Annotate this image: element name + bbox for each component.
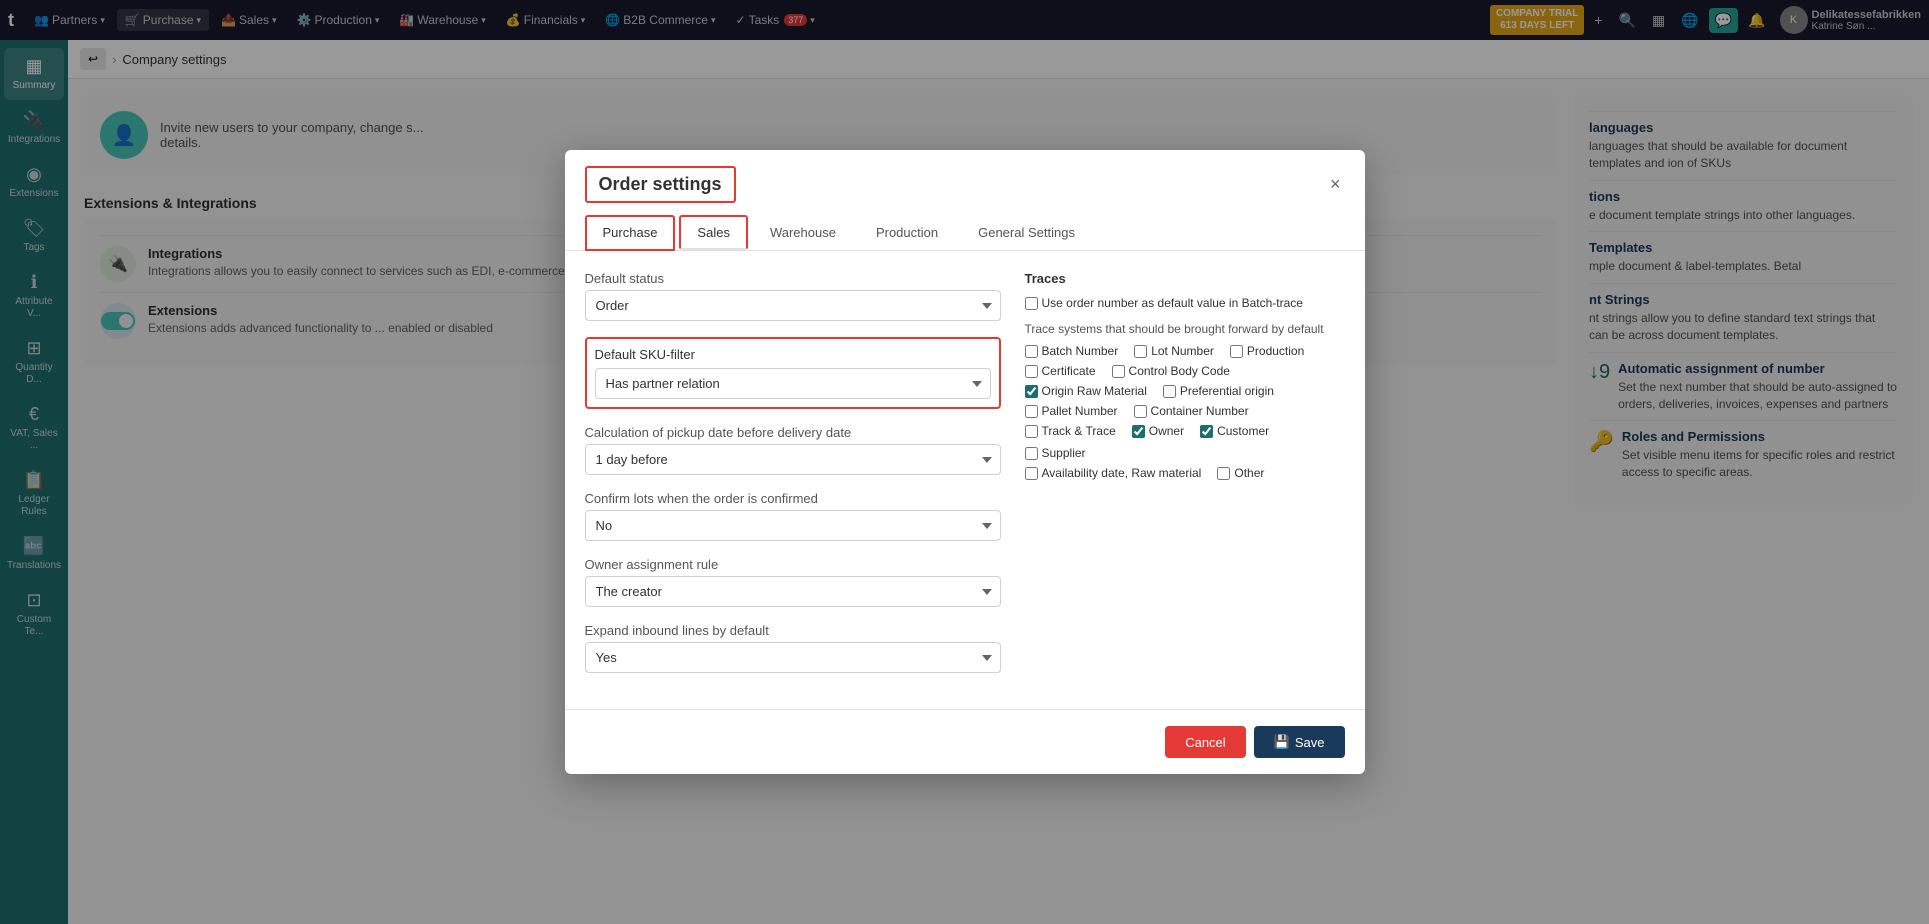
order-settings-modal: Order settings × Purchase Sales Warehous… bbox=[565, 150, 1365, 774]
pickup-date-group: Calculation of pickup date before delive… bbox=[585, 425, 1001, 475]
container-label: Container Number bbox=[1151, 404, 1249, 418]
preferential-label: Preferential origin bbox=[1180, 384, 1274, 398]
trace-certificate: Certificate bbox=[1025, 364, 1096, 378]
save-button[interactable]: 💾 Save bbox=[1254, 726, 1345, 758]
traces-row-6: Availability date, Raw material Other bbox=[1025, 466, 1345, 480]
production-checkbox[interactable] bbox=[1230, 345, 1243, 358]
tab-general-settings[interactable]: General Settings bbox=[960, 215, 1093, 250]
sku-filter-group: Default SKU-filter Has partner relation bbox=[585, 337, 1001, 409]
availability-checkbox[interactable] bbox=[1025, 467, 1038, 480]
traces-row-5: Track & Trace Owner Customer Supplier bbox=[1025, 424, 1345, 460]
trace-track: Track & Trace bbox=[1025, 424, 1116, 438]
trace-production: Production bbox=[1230, 344, 1304, 358]
trace-customer: Customer bbox=[1200, 424, 1269, 438]
sku-filter-label: Default SKU-filter bbox=[595, 347, 991, 362]
supplier-checkbox[interactable] bbox=[1025, 447, 1038, 460]
owner-assignment-group: Owner assignment rule The creator bbox=[585, 557, 1001, 607]
control-body-checkbox[interactable] bbox=[1112, 365, 1125, 378]
trace-pallet: Pallet Number bbox=[1025, 404, 1118, 418]
lot-number-label: Lot Number bbox=[1151, 344, 1214, 358]
origin-raw-checkbox[interactable] bbox=[1025, 385, 1038, 398]
trace-lot-number: Lot Number bbox=[1134, 344, 1214, 358]
save-icon: 💾 bbox=[1274, 734, 1290, 750]
customer-label: Customer bbox=[1217, 424, 1269, 438]
certificate-checkbox[interactable] bbox=[1025, 365, 1038, 378]
trace-origin-raw: Origin Raw Material bbox=[1025, 384, 1147, 398]
default-status-label: Default status bbox=[585, 271, 1001, 286]
tab-sales[interactable]: Sales bbox=[679, 215, 748, 250]
trace-owner: Owner bbox=[1132, 424, 1184, 438]
expand-inbound-group: Expand inbound lines by default Yes bbox=[585, 623, 1001, 673]
use-order-number-checkbox[interactable] bbox=[1025, 297, 1038, 310]
track-checkbox[interactable] bbox=[1025, 425, 1038, 438]
confirm-lots-select[interactable]: No bbox=[585, 510, 1001, 541]
tab-warehouse[interactable]: Warehouse bbox=[752, 215, 854, 250]
certificate-label: Certificate bbox=[1042, 364, 1096, 378]
traces-row-1: Batch Number Lot Number Production bbox=[1025, 344, 1345, 358]
modal-title: Order settings bbox=[585, 166, 736, 203]
control-body-label: Control Body Code bbox=[1129, 364, 1230, 378]
trace-preferential: Preferential origin bbox=[1163, 384, 1274, 398]
tab-production[interactable]: Production bbox=[858, 215, 956, 250]
trace-container: Container Number bbox=[1134, 404, 1249, 418]
pallet-label: Pallet Number bbox=[1042, 404, 1118, 418]
traces-row-2: Certificate Control Body Code bbox=[1025, 364, 1345, 378]
modal-body: Default status Order Default SKU-filter … bbox=[565, 251, 1365, 709]
modal-tabs: Purchase Sales Warehouse Production Gene… bbox=[565, 203, 1365, 251]
lot-number-checkbox[interactable] bbox=[1134, 345, 1147, 358]
batch-number-checkbox[interactable] bbox=[1025, 345, 1038, 358]
confirm-lots-label: Confirm lots when the order is confirmed bbox=[585, 491, 1001, 506]
pickup-date-label: Calculation of pickup date before delive… bbox=[585, 425, 1001, 440]
modal-left-column: Default status Order Default SKU-filter … bbox=[585, 271, 1001, 689]
origin-raw-label: Origin Raw Material bbox=[1042, 384, 1147, 398]
use-order-number-label: Use order number as default value in Bat… bbox=[1042, 296, 1303, 310]
trace-availability: Availability date, Raw material bbox=[1025, 466, 1202, 480]
owner-assignment-label: Owner assignment rule bbox=[585, 557, 1001, 572]
modal-close-button[interactable]: × bbox=[1326, 170, 1345, 199]
production-label: Production bbox=[1247, 344, 1304, 358]
trace-other: Other bbox=[1217, 466, 1264, 480]
batch-number-label: Batch Number bbox=[1042, 344, 1119, 358]
tab-purchase[interactable]: Purchase bbox=[585, 215, 676, 251]
expand-inbound-label: Expand inbound lines by default bbox=[585, 623, 1001, 638]
other-label: Other bbox=[1234, 466, 1264, 480]
trace-batch-number: Batch Number bbox=[1025, 344, 1119, 358]
other-checkbox[interactable] bbox=[1217, 467, 1230, 480]
modal-header: Order settings × bbox=[565, 150, 1365, 203]
supplier-label: Supplier bbox=[1042, 446, 1086, 460]
traces-title: Traces bbox=[1025, 271, 1345, 286]
preferential-checkbox[interactable] bbox=[1163, 385, 1176, 398]
forward-title: Trace systems that should be brought for… bbox=[1025, 322, 1345, 336]
pickup-date-select[interactable]: 1 day before bbox=[585, 444, 1001, 475]
customer-checkbox[interactable] bbox=[1200, 425, 1213, 438]
modal-overlay: Order settings × Purchase Sales Warehous… bbox=[0, 0, 1929, 924]
expand-inbound-select[interactable]: Yes bbox=[585, 642, 1001, 673]
track-label: Track & Trace bbox=[1042, 424, 1116, 438]
modal-footer: Cancel 💾 Save bbox=[565, 709, 1365, 774]
modal-right-column: Traces Use order number as default value… bbox=[1025, 271, 1345, 689]
pallet-checkbox[interactable] bbox=[1025, 405, 1038, 418]
owner-label: Owner bbox=[1149, 424, 1184, 438]
default-status-select[interactable]: Order bbox=[585, 290, 1001, 321]
owner-checkbox[interactable] bbox=[1132, 425, 1145, 438]
trace-control-body: Control Body Code bbox=[1112, 364, 1230, 378]
cancel-button[interactable]: Cancel bbox=[1165, 726, 1245, 758]
availability-label: Availability date, Raw material bbox=[1042, 466, 1202, 480]
sku-filter-select[interactable]: Has partner relation bbox=[595, 368, 991, 399]
default-status-group: Default status Order bbox=[585, 271, 1001, 321]
owner-assignment-select[interactable]: The creator bbox=[585, 576, 1001, 607]
container-checkbox[interactable] bbox=[1134, 405, 1147, 418]
trace-supplier: Supplier bbox=[1025, 446, 1086, 460]
confirm-lots-group: Confirm lots when the order is confirmed… bbox=[585, 491, 1001, 541]
traces-row-3: Origin Raw Material Preferential origin bbox=[1025, 384, 1345, 398]
use-order-number-trace: Use order number as default value in Bat… bbox=[1025, 296, 1337, 310]
traces-row-4: Pallet Number Container Number bbox=[1025, 404, 1345, 418]
